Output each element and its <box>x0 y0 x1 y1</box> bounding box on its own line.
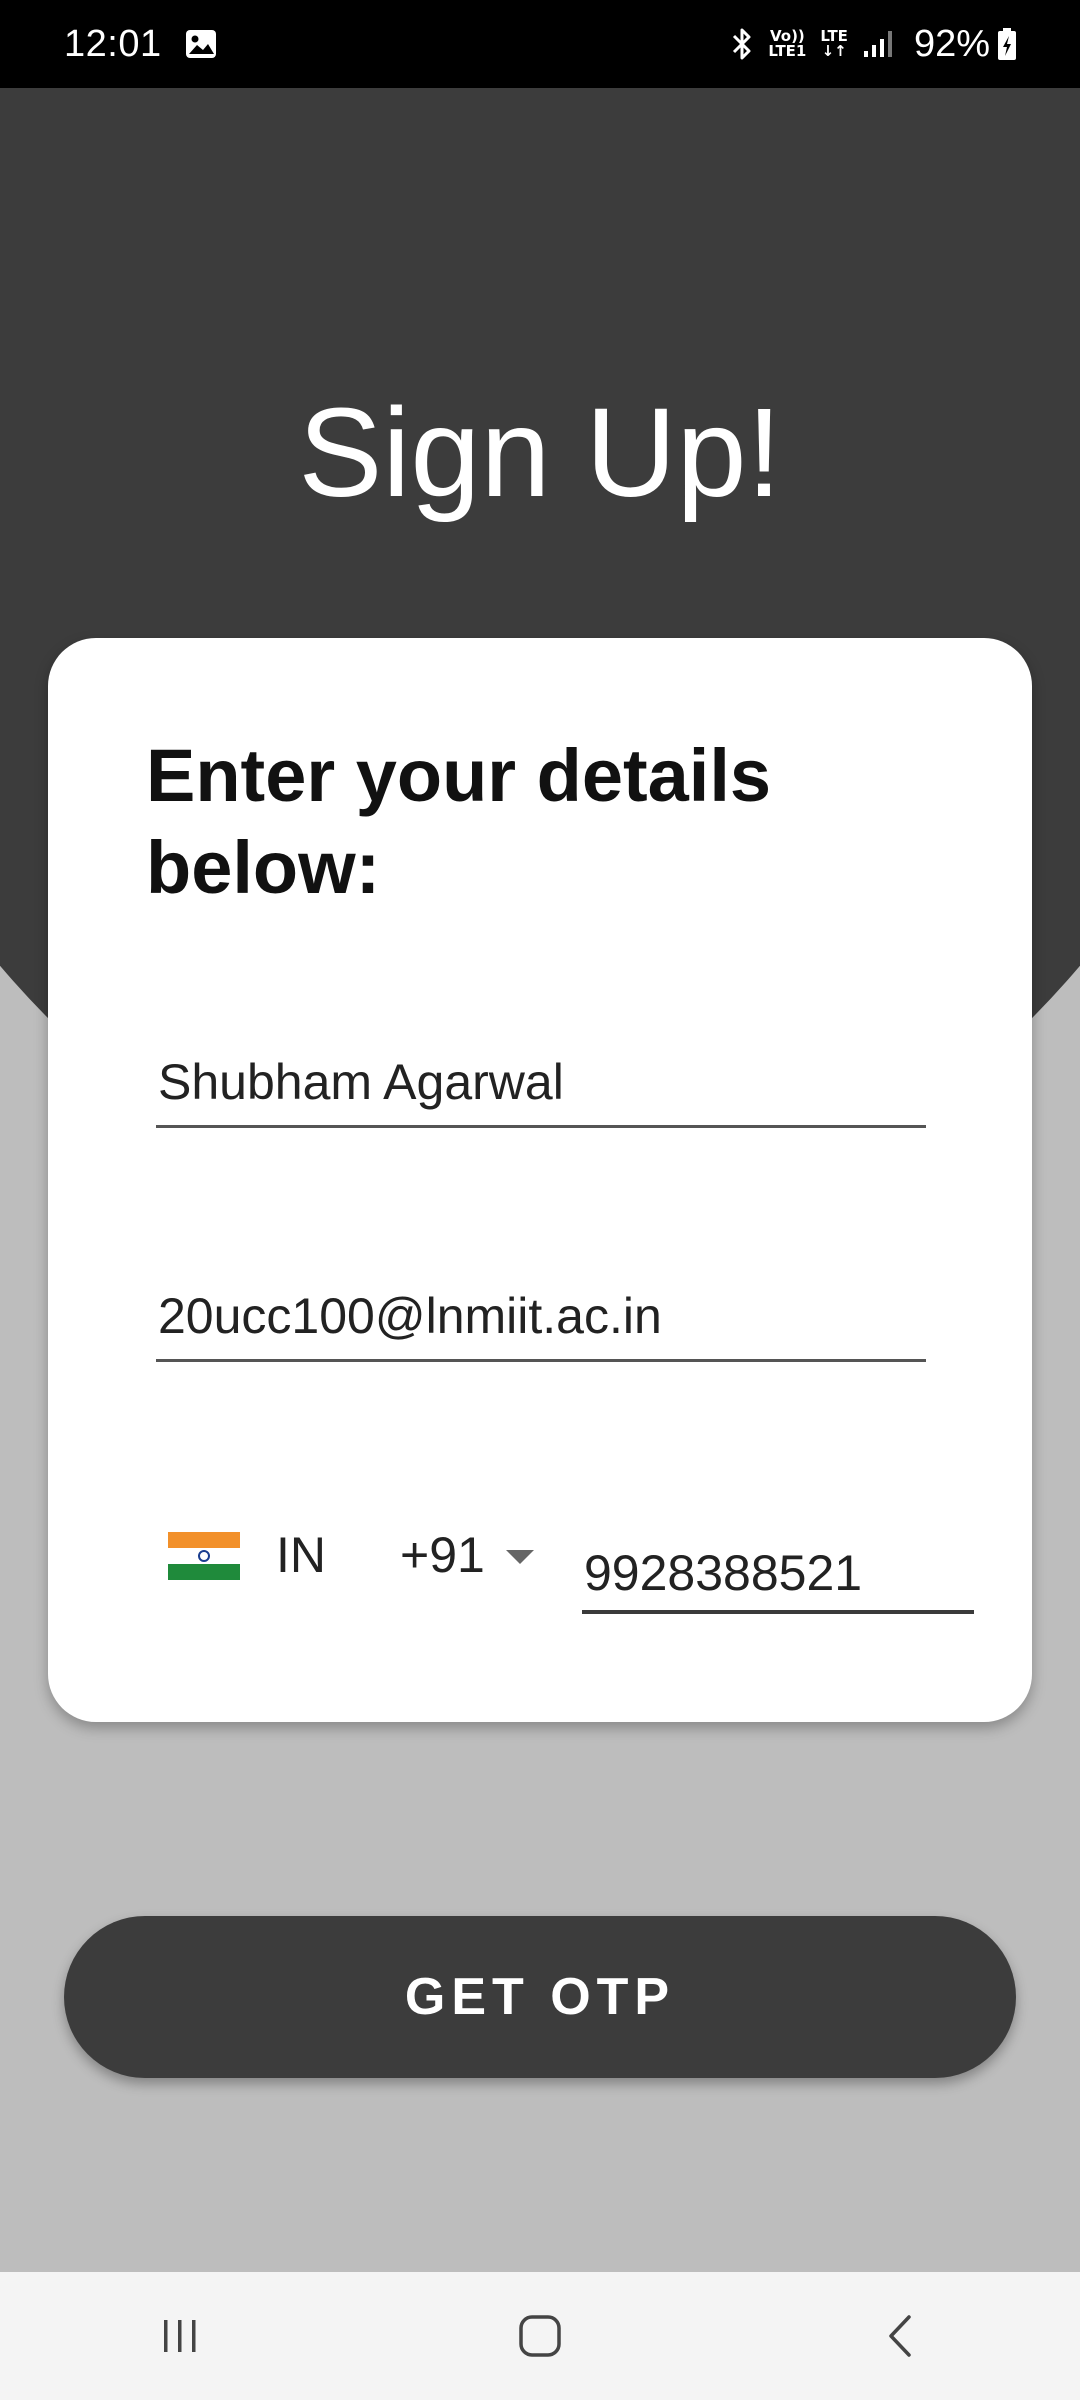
chevron-down-icon[interactable] <box>506 1550 534 1564</box>
sign-up-screen: 12:01 Vo)) LTE1 LTE ↓↑ 92% Sign Up! Ente… <box>0 0 1080 2400</box>
recent-apps-icon <box>164 2320 196 2352</box>
lte-icon: LTE ↓↑ <box>820 29 848 59</box>
gallery-icon <box>185 30 216 58</box>
name-field-value: Shubham Agarwal <box>158 1054 564 1110</box>
name-field[interactable]: Shubham Agarwal <box>156 1036 926 1128</box>
home-icon <box>519 2315 561 2357</box>
details-card: Enter your details below: Shubham Agarwa… <box>48 638 1032 1722</box>
phone-field[interactable]: 9928388521 <box>582 1518 974 1614</box>
navigation-bar <box>0 2272 1080 2400</box>
status-bar: 12:01 Vo)) LTE1 LTE ↓↑ 92% <box>0 0 1080 88</box>
country-code[interactable]: IN <box>276 1526 326 1584</box>
home-button[interactable] <box>480 2286 600 2386</box>
dial-code[interactable]: +91 <box>400 1526 485 1584</box>
battery-charging-icon <box>998 28 1016 60</box>
back-icon <box>889 2315 911 2357</box>
get-otp-button[interactable]: GET OTP <box>64 1916 1016 2078</box>
phone-row: IN +91 9928388521 <box>168 1478 988 1614</box>
battery-percent: 92% <box>913 22 990 65</box>
page-title: Sign Up! <box>298 382 782 523</box>
volte-icon: Vo)) LTE1 <box>768 29 806 59</box>
recent-apps-button[interactable] <box>120 2286 240 2386</box>
phone-field-value: 9928388521 <box>584 1545 863 1601</box>
volte-bottom-label: LTE1 <box>768 42 807 60</box>
email-field[interactable]: 20ucc100@lnmiit.ac.in <box>156 1270 926 1362</box>
status-time: 12:01 <box>64 22 162 65</box>
bluetooth-icon <box>733 28 751 60</box>
email-field-value: 20ucc100@lnmiit.ac.in <box>158 1288 662 1344</box>
india-flag-icon[interactable] <box>168 1532 240 1580</box>
back-button[interactable] <box>840 2286 960 2386</box>
data-arrows: ↓↑ <box>821 42 847 60</box>
form-heading: Enter your details below: <box>146 734 772 909</box>
signal-icon <box>863 31 892 57</box>
